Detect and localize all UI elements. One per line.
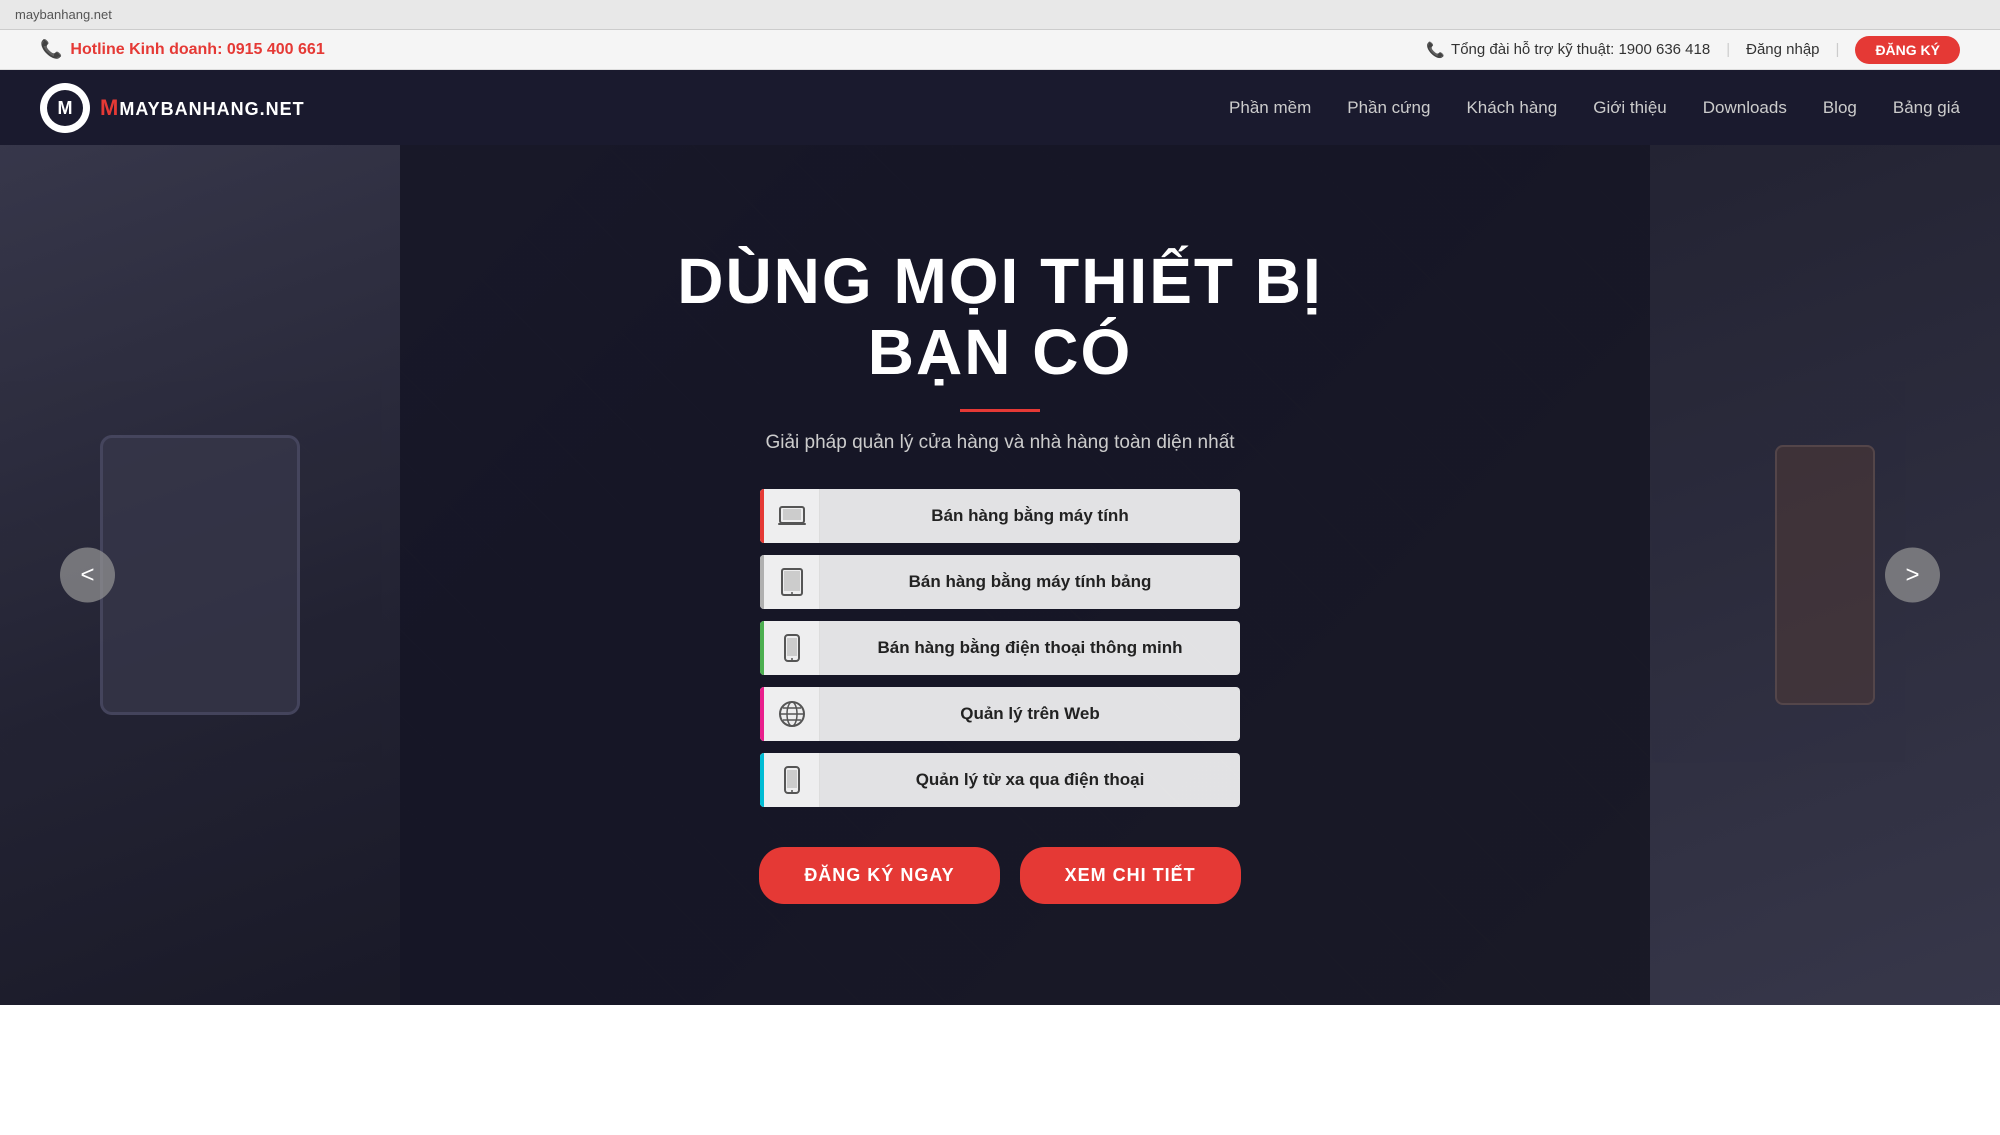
logo-text: MMAYBANHANG.NET	[100, 95, 305, 121]
nav-item-phan-mem[interactable]: Phần mềm	[1229, 98, 1311, 118]
nav-item-blog[interactable]: Blog	[1823, 98, 1857, 118]
nav-item-bang-gia[interactable]: Bảng giá	[1893, 98, 1960, 118]
nav-link-blog[interactable]: Blog	[1823, 98, 1857, 117]
phone-icon: 📞	[40, 39, 62, 60]
nav-item-phan-cung[interactable]: Phần cứng	[1347, 98, 1430, 118]
nav-link-downloads[interactable]: Downloads	[1703, 98, 1787, 117]
support-text: Tổng đài hỗ trợ kỹ thuật: 1900 636 418	[1451, 41, 1710, 58]
smartphone-icon	[784, 634, 800, 662]
feature-item-tablet[interactable]: Bán hàng bằng máy tính bảng	[760, 555, 1240, 609]
feature-icon-remote	[760, 753, 820, 807]
hero-content: DÙNG MỌI THIẾT BỊ BẠN CÓ Giải pháp quản …	[600, 246, 1400, 904]
feature-label-remote: Quản lý từ xa qua điện thoại	[820, 770, 1240, 790]
top-bar-right: 📞 Tổng đài hỗ trợ kỹ thuật: 1900 636 418…	[1426, 36, 1960, 64]
nav-item-downloads[interactable]: Downloads	[1703, 98, 1787, 118]
logo-circle: M	[40, 83, 90, 133]
cta-buttons: ĐĂNG KÝ NGAY XEM CHI TIẾT	[759, 847, 1240, 904]
divider2: |	[1836, 41, 1840, 58]
top-bar: 📞 Hotline Kinh doanh: 0915 400 661 📞 Tổn…	[0, 30, 2000, 70]
nav-link-phan-cung[interactable]: Phần cứng	[1347, 98, 1430, 117]
logo-icon: M	[45, 88, 85, 128]
feature-icon-tablet	[760, 555, 820, 609]
nav-link-bang-gia[interactable]: Bảng giá	[1893, 98, 1960, 117]
feature-label-laptop: Bán hàng bằng máy tính	[820, 506, 1240, 526]
hotline-text: Hotline Kinh doanh: 0915 400 661	[70, 41, 324, 59]
carousel-arrow-right[interactable]: >	[1885, 548, 1940, 603]
headset-icon: 📞	[1426, 41, 1445, 59]
carousel-arrow-left[interactable]: <	[60, 548, 115, 603]
nav-item-khach-hang[interactable]: Khách hàng	[1466, 98, 1557, 118]
device-decor-phone	[1775, 445, 1875, 705]
cta-details-button[interactable]: XEM CHI TIẾT	[1020, 847, 1241, 904]
nav-links: Phần mềm Phần cứng Khách hàng Giới thiệu…	[1229, 98, 1960, 118]
feature-item-phone[interactable]: Bán hàng bằng điện thoại thông minh	[760, 621, 1240, 675]
feature-label-phone: Bán hàng bằng điện thoại thông minh	[820, 638, 1240, 658]
feature-icon-laptop	[760, 489, 820, 543]
feature-label-tablet: Bán hàng bằng máy tính bảng	[820, 572, 1240, 592]
feature-icon-phone	[760, 621, 820, 675]
laptop-icon	[778, 505, 806, 527]
hotline-section: 📞 Hotline Kinh doanh: 0915 400 661	[40, 39, 325, 60]
register-button[interactable]: ĐĂNG KÝ	[1855, 36, 1960, 64]
cta-register-button[interactable]: ĐĂNG KÝ NGAY	[759, 847, 999, 904]
feature-icon-web	[760, 687, 820, 741]
feature-item-web[interactable]: Quản lý trên Web	[760, 687, 1240, 741]
hero-subtitle: Giải pháp quản lý cửa hàng và nhà hàng t…	[765, 432, 1234, 454]
device-decor-tablet	[100, 435, 300, 715]
logo[interactable]: M MMAYBANHANG.NET	[40, 83, 305, 133]
nav-link-phan-mem[interactable]: Phần mềm	[1229, 98, 1311, 117]
divider: |	[1726, 41, 1730, 58]
remote-phone-icon	[784, 766, 800, 794]
navbar: M MMAYBANHANG.NET Phần mềm Phần cứng Khá…	[0, 70, 2000, 145]
feature-label-web: Quản lý trên Web	[820, 704, 1240, 724]
hero-divider	[960, 409, 1040, 412]
browser-url: maybanhang.net	[15, 7, 112, 22]
nav-item-gioi-thieu[interactable]: Giới thiệu	[1593, 98, 1667, 118]
nav-link-khach-hang[interactable]: Khách hàng	[1466, 98, 1557, 117]
globe-icon	[778, 700, 806, 728]
feature-item-remote[interactable]: Quản lý từ xa qua điện thoại	[760, 753, 1240, 807]
feature-list: Bán hàng bằng máy tính Bán hàng bằng máy…	[600, 489, 1400, 807]
nav-link-gioi-thieu[interactable]: Giới thiệu	[1593, 98, 1667, 117]
support-section: 📞 Tổng đài hỗ trợ kỹ thuật: 1900 636 418	[1426, 41, 1710, 59]
feature-item-laptop[interactable]: Bán hàng bằng máy tính	[760, 489, 1240, 543]
svg-text:M: M	[58, 98, 73, 118]
hero-title: DÙNG MỌI THIẾT BỊ BẠN CÓ	[600, 246, 1400, 387]
hero-side-right-decor	[1650, 145, 2000, 1005]
login-link[interactable]: Đăng nhập	[1746, 41, 1819, 58]
browser-bar: maybanhang.net	[0, 0, 2000, 30]
hero-section: < DÙNG MỌI THIẾT BỊ BẠN CÓ Giải pháp quả…	[0, 145, 2000, 1005]
tablet-icon	[781, 568, 803, 596]
